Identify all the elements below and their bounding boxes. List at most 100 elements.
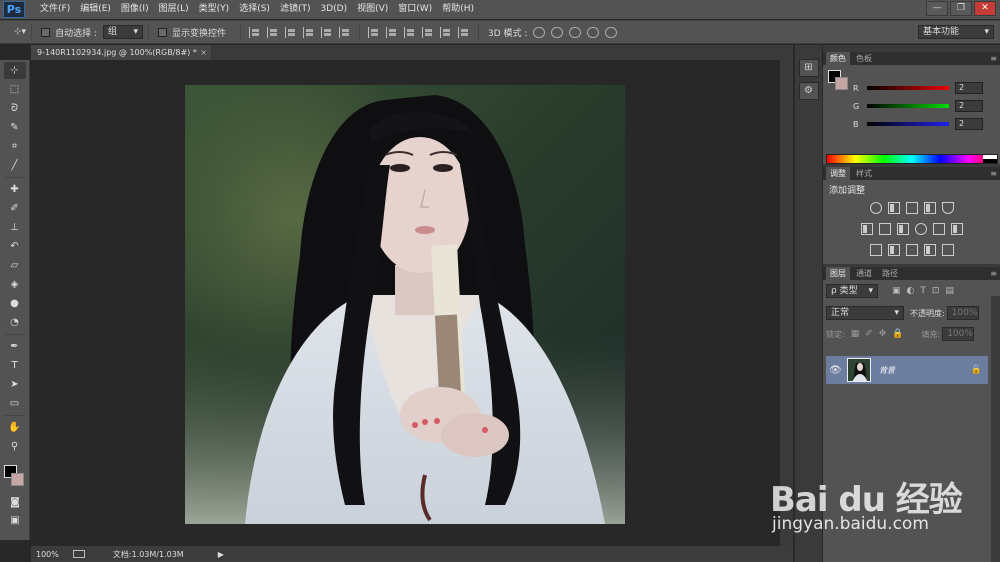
screen-mode-icon[interactable]: ▣ bbox=[4, 512, 26, 529]
lock-icons[interactable]: ▦✐✥🔒 bbox=[851, 329, 910, 339]
slide-3d-icon[interactable] bbox=[587, 26, 600, 38]
menu-image[interactable]: 图像(I) bbox=[116, 0, 154, 19]
channel-mixer-icon[interactable] bbox=[932, 223, 945, 235]
align-left-icon[interactable] bbox=[302, 26, 315, 38]
curves-icon[interactable] bbox=[905, 202, 918, 214]
align-hcenter-icon[interactable] bbox=[320, 26, 333, 38]
blue-value-input[interactable]: 2 bbox=[955, 118, 983, 130]
close-button[interactable]: ✕ bbox=[974, 1, 996, 16]
align-vcenter-icon[interactable] bbox=[266, 26, 279, 38]
workspace-dropdown[interactable]: 基本功能 ▾ bbox=[918, 25, 994, 39]
document-photo[interactable] bbox=[185, 85, 625, 524]
menu-type[interactable]: 类型(Y) bbox=[194, 0, 235, 19]
path-select-tool-icon[interactable]: ➤ bbox=[4, 376, 26, 393]
levels-icon[interactable] bbox=[887, 202, 900, 214]
distribute-right-icon[interactable] bbox=[457, 26, 470, 38]
opacity-input[interactable]: 100% bbox=[946, 306, 979, 320]
vibrance-icon[interactable] bbox=[941, 202, 954, 214]
tab-channels[interactable]: 通道 bbox=[852, 267, 876, 280]
panel-menu-icon[interactable]: ≡ bbox=[990, 267, 997, 280]
menu-3d[interactable]: 3D(D) bbox=[315, 0, 352, 19]
canvas-scrollbar[interactable] bbox=[780, 60, 793, 546]
panel-menu-icon[interactable]: ≡ bbox=[990, 52, 997, 65]
show-transform-checkbox[interactable] bbox=[157, 27, 167, 37]
blue-slider[interactable] bbox=[867, 122, 949, 126]
blend-mode-dropdown[interactable]: 正常 ▾ bbox=[826, 306, 904, 320]
orbit-3d-icon[interactable] bbox=[533, 26, 546, 38]
video-3d-icon[interactable] bbox=[605, 26, 618, 38]
crop-tool-icon[interactable]: ⌗ bbox=[4, 138, 26, 155]
auto-select-checkbox[interactable] bbox=[41, 27, 51, 37]
layer-filter-icons[interactable]: ▣◐T⊡▤ bbox=[892, 286, 960, 296]
distribute-vcenter-icon[interactable] bbox=[385, 26, 398, 38]
type-tool-icon[interactable]: T bbox=[4, 357, 26, 374]
gradient-map-icon[interactable] bbox=[923, 244, 936, 256]
tab-swatches[interactable]: 色板 bbox=[852, 52, 876, 65]
status-menu-arrow-icon[interactable]: ▶ bbox=[218, 550, 224, 559]
menu-file[interactable]: 文件(F) bbox=[35, 0, 75, 19]
layer-row-background[interactable]: 👁 背景 🔒 bbox=[826, 356, 988, 384]
quick-mask-icon[interactable]: ◙ bbox=[4, 494, 26, 511]
photo-filter-icon[interactable] bbox=[914, 223, 927, 235]
color-spectrum-bar[interactable] bbox=[826, 154, 998, 164]
layer-filter-dropdown[interactable]: ρ 类型 ▾ bbox=[826, 284, 878, 298]
menu-select[interactable]: 选择(S) bbox=[234, 0, 275, 19]
color-balance-icon[interactable] bbox=[878, 223, 891, 235]
healing-brush-tool-icon[interactable]: ✚ bbox=[4, 181, 26, 198]
lasso-tool-icon[interactable]: ᘐ bbox=[4, 100, 26, 117]
document-tab[interactable]: 9-140R1102934.jpg @ 100%(RGB/8#) * × bbox=[31, 45, 211, 60]
roll-3d-icon[interactable] bbox=[551, 26, 564, 38]
layers-scrollbar[interactable] bbox=[991, 296, 1000, 562]
history-brush-tool-icon[interactable]: ↶ bbox=[4, 238, 26, 255]
menu-window[interactable]: 窗口(W) bbox=[393, 0, 437, 19]
fill-input[interactable]: 100% bbox=[942, 327, 975, 341]
threshold-icon[interactable] bbox=[905, 244, 918, 256]
exposure-icon[interactable] bbox=[923, 202, 936, 214]
auto-select-dropdown[interactable]: 组 ▾ bbox=[102, 25, 143, 39]
eyedropper-tool-icon[interactable]: ╱ bbox=[4, 157, 26, 174]
blur-tool-icon[interactable]: ● bbox=[4, 295, 26, 312]
background-color-swatch[interactable] bbox=[11, 473, 24, 486]
tab-adjustments[interactable]: 调整 bbox=[826, 167, 850, 180]
distribute-left-icon[interactable] bbox=[421, 26, 434, 38]
paint-bucket-tool-icon[interactable]: ◈ bbox=[4, 276, 26, 293]
red-slider[interactable] bbox=[867, 86, 949, 90]
distribute-top-icon[interactable] bbox=[367, 26, 380, 38]
tab-styles[interactable]: 样式 bbox=[852, 167, 876, 180]
distribute-hcenter-icon[interactable] bbox=[439, 26, 452, 38]
properties-panel-icon[interactable]: ⚙ bbox=[798, 82, 819, 100]
zoom-level[interactable]: 100% bbox=[36, 550, 59, 559]
dodge-tool-icon[interactable]: ◔ bbox=[4, 314, 26, 331]
proof-icon[interactable] bbox=[72, 550, 85, 558]
align-top-icon[interactable] bbox=[248, 26, 261, 38]
align-bottom-icon[interactable] bbox=[284, 26, 297, 38]
marquee-tool-icon[interactable]: ⬚ bbox=[4, 81, 26, 98]
invert-icon[interactable] bbox=[869, 244, 882, 256]
panel-menu-icon[interactable]: ≡ bbox=[990, 167, 997, 180]
brush-tool-icon[interactable]: ✐ bbox=[4, 200, 26, 217]
zoom-tool-icon[interactable]: ⚲ bbox=[4, 438, 26, 455]
tab-paths[interactable]: 路径 bbox=[878, 267, 902, 280]
menu-help[interactable]: 帮助(H) bbox=[437, 0, 479, 19]
menu-view[interactable]: 视图(V) bbox=[352, 0, 393, 19]
rectangle-tool-icon[interactable]: ▭ bbox=[4, 395, 26, 412]
menu-layer[interactable]: 图层(L) bbox=[154, 0, 194, 19]
history-panel-icon[interactable]: ⊞ bbox=[798, 59, 819, 77]
tab-color[interactable]: 颜色 bbox=[826, 52, 850, 65]
posterize-icon[interactable] bbox=[887, 244, 900, 256]
red-value-input[interactable]: 2 bbox=[955, 82, 983, 94]
restore-button[interactable]: ❐ bbox=[950, 1, 972, 16]
menu-edit[interactable]: 编辑(E) bbox=[75, 0, 116, 19]
align-right-icon[interactable] bbox=[338, 26, 351, 38]
layer-name[interactable]: 背景 bbox=[879, 365, 895, 376]
close-tab-icon[interactable]: × bbox=[200, 45, 207, 60]
green-value-input[interactable]: 2 bbox=[955, 100, 983, 112]
quick-select-tool-icon[interactable]: ✎ bbox=[4, 119, 26, 136]
eye-icon[interactable]: 👁 bbox=[829, 365, 843, 376]
minimize-button[interactable]: — bbox=[926, 1, 948, 16]
pen-tool-icon[interactable]: ✒ bbox=[4, 338, 26, 355]
eraser-tool-icon[interactable]: ▱ bbox=[4, 257, 26, 274]
black-white-icon[interactable] bbox=[896, 223, 909, 235]
color-lookup-icon[interactable] bbox=[950, 223, 963, 235]
hue-saturation-icon[interactable] bbox=[860, 223, 873, 235]
